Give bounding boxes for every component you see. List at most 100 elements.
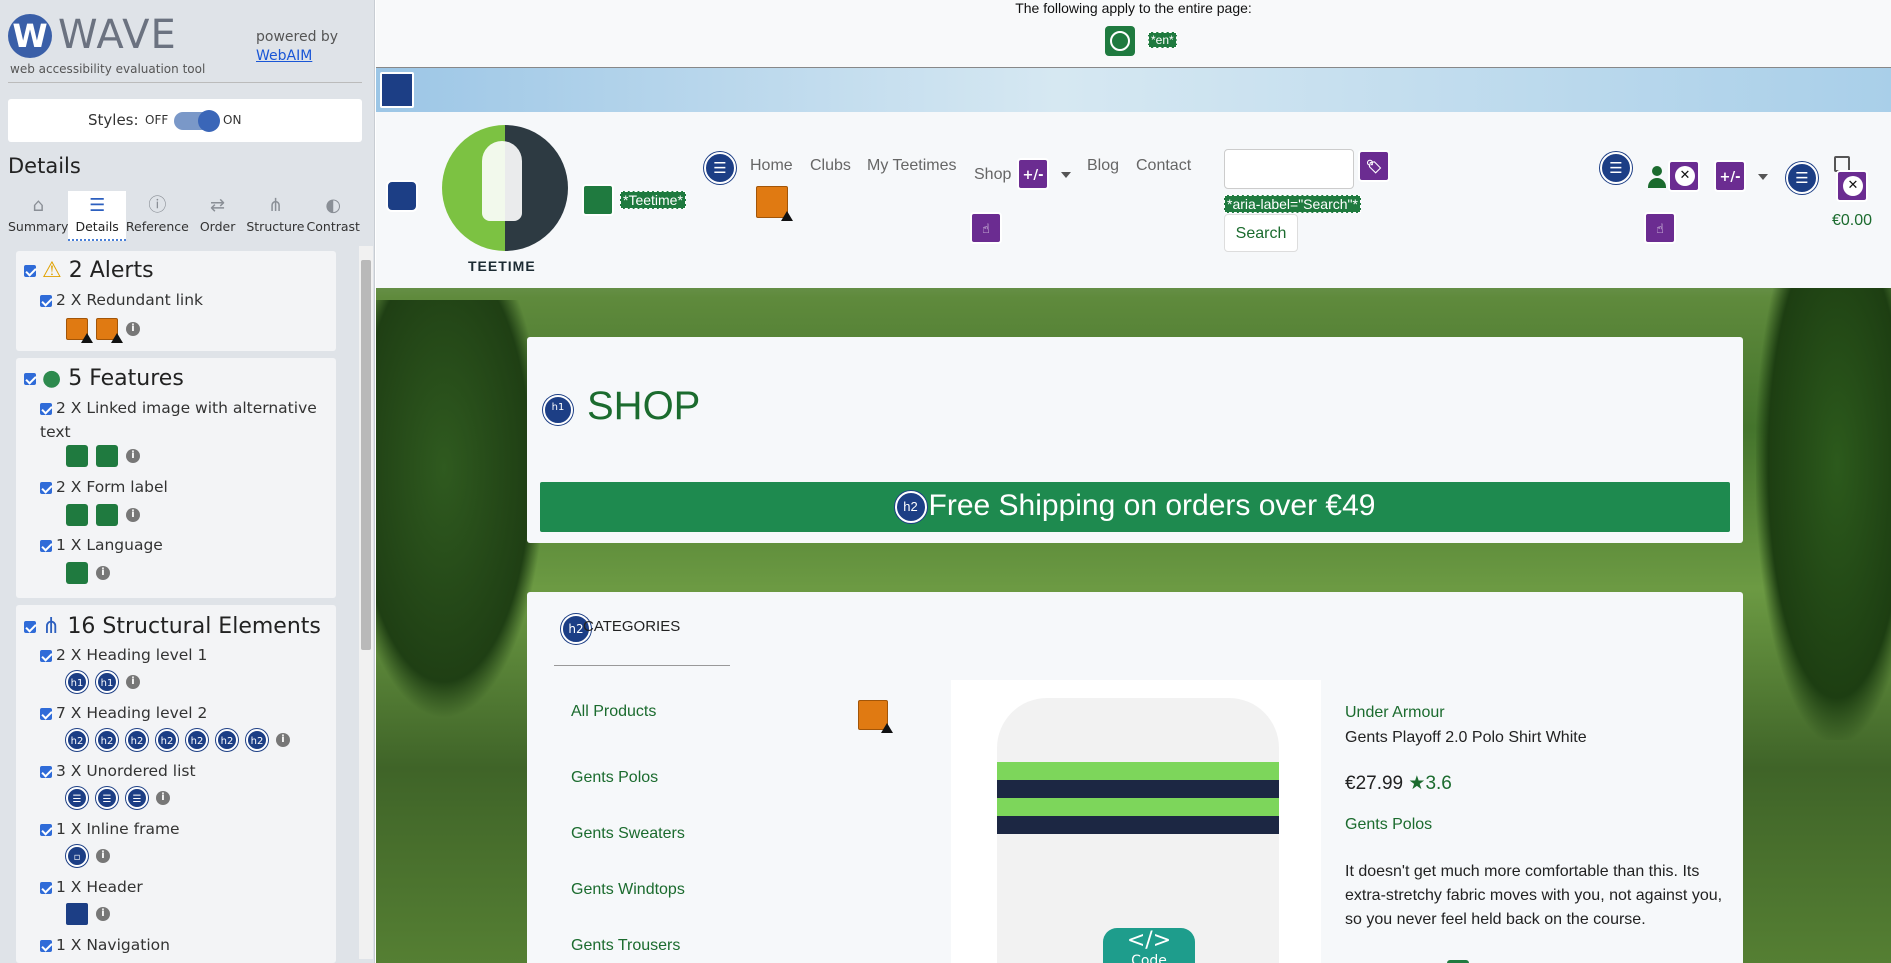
- header-icon[interactable]: [66, 903, 88, 925]
- nav-blog[interactable]: Blog: [1087, 157, 1119, 175]
- product-brand[interactable]: Under Armour: [1345, 704, 1445, 722]
- tag-icon[interactable]: 🏷: [1358, 150, 1390, 182]
- linked-image-icon[interactable]: [66, 445, 88, 467]
- h2-icon[interactable]: h2: [96, 729, 118, 751]
- chevron-down-icon[interactable]: [1758, 174, 1768, 180]
- h2-icon[interactable]: h2: [126, 729, 148, 751]
- close-icon[interactable]: [1836, 170, 1868, 202]
- list-icon[interactable]: [1786, 162, 1818, 194]
- h1-icon[interactable]: h1: [96, 671, 118, 693]
- code-label: Code: [1131, 953, 1167, 963]
- alerts-checkbox[interactable]: [24, 265, 36, 277]
- globe-icon[interactable]: [1105, 26, 1135, 56]
- info-icon[interactable]: i: [96, 907, 110, 921]
- aria-expanded-icon[interactable]: +/-: [1017, 158, 1049, 190]
- h2-icon[interactable]: h2: [66, 729, 88, 751]
- iframe-icon[interactable]: ▫: [66, 845, 88, 867]
- info-icon[interactable]: i: [156, 791, 170, 805]
- h2-icon[interactable]: h2: [186, 729, 208, 751]
- chevron-down-icon[interactable]: [1061, 172, 1071, 178]
- nav-clubs[interactable]: Clubs: [810, 157, 851, 175]
- tab-reference[interactable]: ⓘ Reference: [126, 191, 189, 241]
- close-icon[interactable]: [1668, 160, 1700, 192]
- webaim-link[interactable]: WebAIM: [256, 48, 312, 64]
- aria-popup-icon[interactable]: ☝: [1644, 212, 1676, 244]
- linked-image-icon[interactable]: [582, 184, 614, 216]
- item-checkbox[interactable]: [40, 939, 52, 952]
- info-icon[interactable]: i: [276, 733, 290, 747]
- nav-shop[interactable]: Shop: [974, 166, 1011, 184]
- tag-icon[interactable]: [96, 504, 118, 526]
- redundant-link-icon[interactable]: [858, 700, 894, 733]
- list-icon[interactable]: [704, 152, 736, 184]
- cart-total[interactable]: €0.00: [1832, 212, 1872, 230]
- product-category[interactable]: Gents Polos: [1345, 816, 1432, 834]
- list-icon[interactable]: ☰: [96, 787, 118, 809]
- category-gents-sweaters[interactable]: Gents Sweaters: [571, 825, 685, 843]
- info-icon[interactable]: i: [126, 449, 140, 463]
- globe-icon[interactable]: [66, 562, 88, 584]
- tag-icon[interactable]: [66, 504, 88, 526]
- redundant-link-icon[interactable]: [756, 186, 793, 221]
- info-icon[interactable]: i: [126, 322, 140, 336]
- item-checkbox[interactable]: [40, 481, 52, 494]
- nav-my-teetimes[interactable]: My Teetimes: [867, 157, 957, 175]
- divider: [554, 665, 730, 666]
- info-icon[interactable]: i: [96, 566, 110, 580]
- tab-order[interactable]: ⇄ Order: [189, 191, 246, 241]
- tab-structure[interactable]: ⋔ Structure: [246, 191, 304, 241]
- h2-icon[interactable]: h2: [246, 729, 268, 751]
- teetime-logo[interactable]: [442, 125, 568, 251]
- tab-details[interactable]: ☰ Details: [68, 191, 126, 241]
- item-checkbox[interactable]: [40, 823, 52, 836]
- h2-icon[interactable]: h2: [156, 729, 178, 751]
- item-checkbox[interactable]: [40, 539, 52, 552]
- info-icon[interactable]: i: [126, 675, 140, 689]
- sidebar-scrollbar[interactable]: [359, 246, 373, 959]
- category-all-products[interactable]: All Products: [571, 703, 656, 721]
- user-icon[interactable]: [1646, 166, 1668, 190]
- category-gents-trousers[interactable]: Gents Trousers: [571, 937, 680, 955]
- item-label: 2 X Heading level 1: [56, 646, 208, 664]
- nav-home[interactable]: Home: [750, 157, 793, 175]
- search-button[interactable]: Search: [1224, 214, 1298, 252]
- item-checkbox[interactable]: [40, 707, 52, 720]
- tab-summary[interactable]: ⌂ Summary: [8, 191, 68, 241]
- redundant-link-icon[interactable]: [66, 318, 93, 343]
- h2-icon[interactable]: h2: [216, 729, 238, 751]
- category-gents-windtops[interactable]: Gents Windtops: [571, 881, 685, 899]
- product-image[interactable]: </> Code: [951, 680, 1321, 963]
- redundant-link-icon[interactable]: [96, 318, 123, 343]
- list-icon[interactable]: ☰: [66, 787, 88, 809]
- h2-icon[interactable]: h2: [894, 491, 927, 524]
- structure-icon: ⋔: [42, 614, 68, 639]
- navigation-icon[interactable]: [386, 180, 418, 212]
- item-checkbox[interactable]: [40, 765, 52, 778]
- category-gents-polos[interactable]: Gents Polos: [571, 769, 658, 787]
- structure-item-navigation: 1 X Navigation: [40, 933, 170, 957]
- info-icon[interactable]: i: [126, 508, 140, 522]
- aria-popup-icon[interactable]: ☝: [970, 212, 1002, 244]
- linked-image-icon[interactable]: [96, 445, 118, 467]
- search-input[interactable]: [1224, 149, 1354, 189]
- features-checkbox[interactable]: [24, 373, 36, 385]
- list-icon[interactable]: [1600, 152, 1632, 184]
- nav-contact[interactable]: Contact: [1136, 157, 1191, 175]
- h1-icon[interactable]: h1: [543, 395, 573, 425]
- item-checkbox[interactable]: [40, 881, 52, 894]
- header-icon[interactable]: [380, 72, 414, 108]
- styles-toggle-knob[interactable]: [198, 110, 220, 132]
- tab-label: Structure: [246, 219, 305, 234]
- sky-background: [376, 68, 1891, 112]
- code-icon[interactable]: </> Code: [1103, 928, 1195, 963]
- item-checkbox[interactable]: [40, 649, 52, 662]
- tab-contrast[interactable]: ◐ Contrast: [305, 191, 362, 241]
- info-icon[interactable]: i: [96, 849, 110, 863]
- list-icon[interactable]: ☰: [126, 787, 148, 809]
- h1-icon[interactable]: h1: [66, 671, 88, 693]
- scrollbar-thumb[interactable]: [361, 260, 371, 650]
- item-checkbox[interactable]: [40, 402, 52, 415]
- structure-checkbox[interactable]: [24, 621, 36, 633]
- item-checkbox[interactable]: [40, 294, 52, 307]
- aria-expanded-icon[interactable]: +/-: [1714, 160, 1746, 192]
